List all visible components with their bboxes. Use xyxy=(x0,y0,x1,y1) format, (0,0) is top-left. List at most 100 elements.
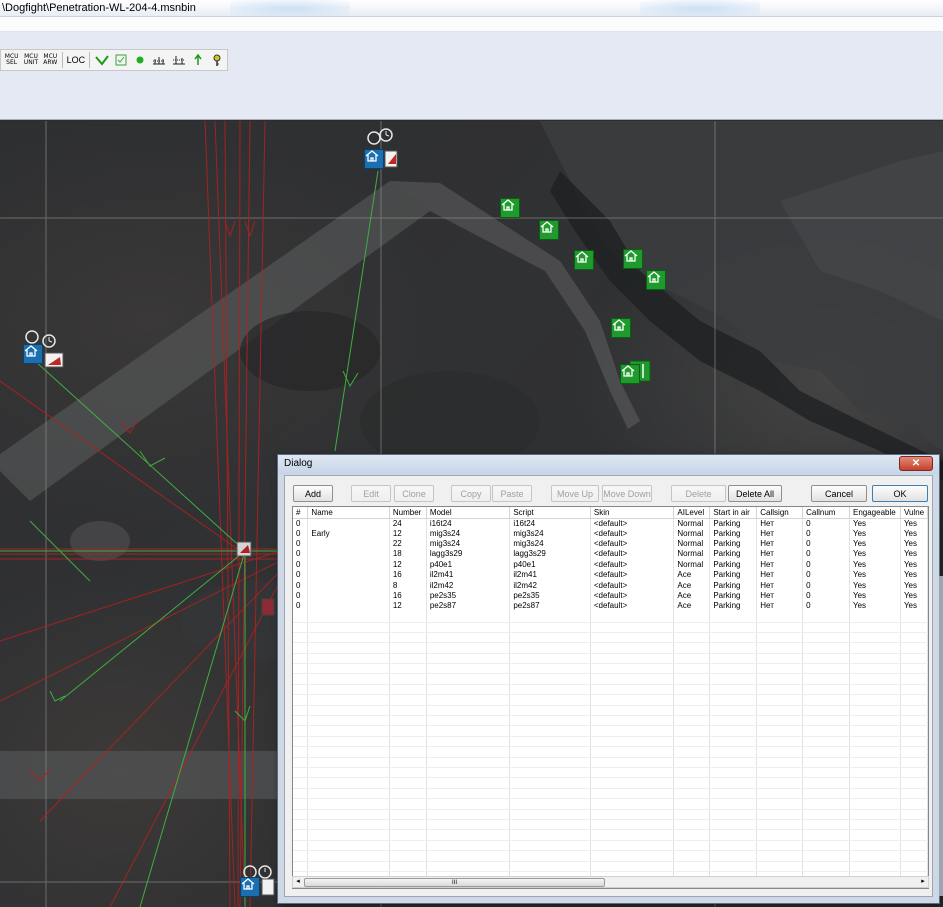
empty-cell xyxy=(307,757,390,769)
waypoint-marker[interactable] xyxy=(261,598,275,616)
mcu-sel-button[interactable]: MCU SEL xyxy=(2,51,21,69)
column-header[interactable]: Skin xyxy=(590,507,675,519)
dialog-title-bar[interactable]: Dialog ✕ xyxy=(278,455,939,474)
house-icon[interactable] xyxy=(623,249,643,269)
move-down-button[interactable]: Move Down xyxy=(602,485,652,502)
empty-cell xyxy=(802,673,850,685)
waypoint-icon[interactable] xyxy=(111,51,130,69)
column-header[interactable]: Start in air xyxy=(709,507,758,519)
table-cell: Yes xyxy=(849,518,901,529)
column-header[interactable]: Engageable xyxy=(849,507,901,519)
empty-cell xyxy=(426,788,511,800)
empty-cell xyxy=(900,840,928,852)
column-header[interactable]: Script xyxy=(509,507,591,519)
scroll-right-icon[interactable]: ▸ xyxy=(918,877,928,885)
empty-cell xyxy=(426,611,511,623)
empty-cell xyxy=(389,819,427,831)
column-header[interactable]: Callnum xyxy=(802,507,850,519)
clone-button[interactable]: Clone xyxy=(394,485,434,502)
ok-button[interactable]: OK xyxy=(872,485,928,502)
empty-cell xyxy=(307,725,390,737)
empty-cell xyxy=(673,819,711,831)
empty-cell xyxy=(802,622,850,633)
column-header[interactable]: Model xyxy=(426,507,511,519)
house-icon[interactable] xyxy=(620,364,640,384)
horizontal-scrollbar[interactable]: ◂ III ▸ xyxy=(292,876,929,888)
timer-icon[interactable] xyxy=(367,128,393,145)
close-button[interactable]: ✕ xyxy=(899,456,933,471)
house-icon[interactable] xyxy=(23,344,43,364)
house-icon[interactable] xyxy=(240,877,260,897)
house-icon[interactable] xyxy=(574,250,594,270)
key-icon[interactable] xyxy=(208,51,227,69)
table-row[interactable]: 0 8 il2m42 il2m42 <default> Ace Parking Нет 0 Yes… xyxy=(293,580,928,591)
toolbar-separator xyxy=(61,52,63,68)
loc-button[interactable]: LOC xyxy=(65,51,87,69)
empty-row xyxy=(293,829,928,841)
empty-cell xyxy=(673,850,711,862)
table-cell: 0 xyxy=(293,570,309,581)
column-header[interactable]: Number xyxy=(389,507,427,519)
waypoint-marker[interactable] xyxy=(44,352,64,368)
copy-button[interactable]: Copy xyxy=(451,485,491,502)
mcu-arw-button[interactable]: MCU ARW xyxy=(41,51,60,69)
move-up-button[interactable]: Move Up xyxy=(551,485,599,502)
empty-cell xyxy=(673,767,711,779)
table-cell: 0 xyxy=(293,590,309,602)
column-header[interactable]: Name xyxy=(307,507,390,519)
mcu-unit-button[interactable]: MCU UNIT xyxy=(21,51,40,69)
table-cell: 12 xyxy=(389,601,427,612)
column-header[interactable]: # xyxy=(293,507,309,519)
empty-cell xyxy=(389,653,427,665)
empty-cell xyxy=(849,632,901,644)
column-header[interactable]: Vulne xyxy=(900,507,928,519)
scroll-left-icon[interactable]: ◂ xyxy=(293,877,303,885)
table-cell xyxy=(307,570,390,581)
empty-cell xyxy=(849,746,901,758)
arrow-up-icon[interactable] xyxy=(188,51,207,69)
house-icon[interactable] xyxy=(364,149,384,169)
column-header[interactable]: AILevel xyxy=(673,507,711,519)
waypoint-marker[interactable] xyxy=(236,541,252,557)
table-cell: Yes xyxy=(849,601,901,612)
table-row[interactable]: 0 12 pe2s87 pe2s87 <default> Ace Parking Нет 0 Ye… xyxy=(293,601,928,612)
table-cell: Нет xyxy=(756,538,804,550)
empty-cell xyxy=(293,829,309,841)
empty-cell xyxy=(709,705,758,717)
empty-cell xyxy=(709,809,758,820)
paste-button[interactable]: Paste xyxy=(492,485,532,502)
vertical-scrollbar-edge[interactable] xyxy=(939,576,943,896)
table-row[interactable]: 0 24 i16t24 i16t24 <default> Normal Parking Нет… xyxy=(293,518,928,529)
house-icon[interactable] xyxy=(539,220,559,240)
table-row[interactable]: 0 16 il2m41 il2m41 <default> Ace Parking Нет 0 Ye… xyxy=(293,570,928,581)
table-row[interactable]: 0 16 pe2s35 pe2s35 <default> Ace Parking Нет 0 Ye… xyxy=(293,590,928,602)
ruler-icon[interactable] xyxy=(169,51,188,69)
scroll-thumb[interactable]: III xyxy=(304,878,605,887)
table-row[interactable]: 0 22 mig3s24 mig3s24 <default> Normal Parking Н… xyxy=(293,538,928,550)
house-icon[interactable] xyxy=(500,198,520,218)
empty-cell xyxy=(509,788,591,800)
house-icon[interactable] xyxy=(611,318,631,338)
delete-all-button[interactable]: Delete All xyxy=(728,485,782,502)
empty-cell xyxy=(802,642,850,654)
table-row[interactable]: 0 12 p40e1 p40e1 <default> Normal Parking Нет 0 Y… xyxy=(293,559,928,571)
ruler-icon[interactable] xyxy=(150,51,169,69)
table-row[interactable]: 0 Early 12 mig3s24 mig3s24 <default> Normal Par… xyxy=(293,528,928,539)
empty-cell xyxy=(389,694,427,706)
dot-icon[interactable] xyxy=(130,51,149,69)
waypoint-marker[interactable] xyxy=(384,150,398,168)
empty-cell xyxy=(590,673,675,685)
empty-cell xyxy=(426,632,511,644)
empty-cell xyxy=(509,694,591,706)
house-icon[interactable] xyxy=(646,270,666,290)
waypoint-marker[interactable] xyxy=(261,878,275,896)
aircraft-grid[interactable]: # Name Number Model Script Skin AILevel Start i… xyxy=(292,506,929,889)
check-icon[interactable] xyxy=(92,51,111,69)
edit-button[interactable]: Edit xyxy=(351,485,391,502)
cancel-button[interactable]: Cancel xyxy=(811,485,867,502)
table-cell: 0 xyxy=(802,549,850,560)
add-button[interactable]: Add xyxy=(293,485,333,502)
delete-button[interactable]: Delete xyxy=(671,485,726,502)
column-header[interactable]: Callsign xyxy=(756,507,804,519)
table-row[interactable]: 0 18 lagg3s29 lagg3s29 <default> Normal Parkin… xyxy=(293,549,928,560)
